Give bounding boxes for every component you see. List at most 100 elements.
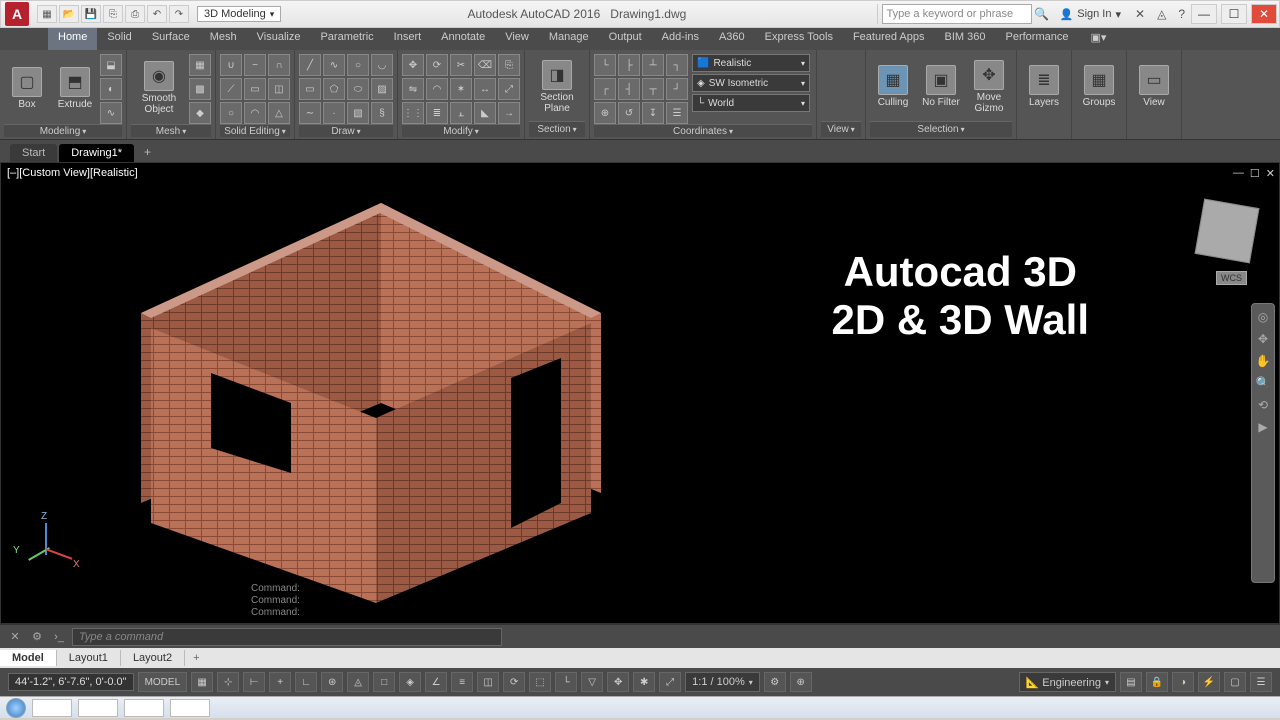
tab-parametric[interactable]: Parametric [310, 28, 383, 50]
panel-view-title[interactable]: View [821, 121, 861, 137]
ortho-toggle-icon[interactable]: ∟ [295, 672, 317, 692]
rotate-icon[interactable]: ⟳ [426, 54, 448, 76]
panel-modify-title[interactable]: Modify [402, 124, 520, 137]
file-tab-drawing1[interactable]: Drawing1* [59, 144, 134, 162]
polyline-icon[interactable]: ∿ [323, 54, 345, 76]
scale-icon[interactable]: ⤢ [498, 78, 520, 100]
fillet-icon[interactable]: ◠ [426, 78, 448, 100]
slice-icon[interactable]: ⟋ [220, 78, 242, 100]
qat-new-icon[interactable]: ▦ [37, 5, 57, 23]
taskbar-item[interactable] [32, 699, 72, 717]
tab-output[interactable]: Output [599, 28, 652, 50]
trim-icon[interactable]: ✂ [450, 54, 472, 76]
ucs-prev-icon[interactable]: ↺ [618, 102, 640, 124]
ribbon-settings-icon[interactable]: ▣▾ [1084, 28, 1112, 50]
tab-home[interactable]: Home [48, 28, 97, 50]
intersect-icon[interactable]: ∩ [268, 54, 290, 76]
polar-toggle-icon[interactable]: ⊛ [321, 672, 343, 692]
point-icon[interactable]: · [323, 102, 345, 124]
steering-icon[interactable]: ✥ [1258, 332, 1268, 346]
taper-icon[interactable]: △ [268, 102, 290, 124]
arc-icon[interactable]: ◡ [371, 54, 393, 76]
dynamic-ucs-icon[interactable]: └ [555, 672, 577, 692]
extrude-button[interactable]: ⬒Extrude [52, 52, 98, 124]
otrack-icon[interactable]: ∠ [425, 672, 447, 692]
app-icon[interactable]: A [5, 2, 29, 26]
tab-a360[interactable]: A360 [709, 28, 755, 50]
infer-toggle-icon[interactable]: ⊢ [243, 672, 265, 692]
lineweight-icon[interactable]: ≡ [451, 672, 473, 692]
ucs-icon-7[interactable]: ┬ [642, 78, 664, 100]
minimize-button[interactable]: — [1191, 4, 1217, 24]
taskbar-item[interactable] [124, 699, 164, 717]
panel-draw-title[interactable]: Draw [299, 124, 393, 137]
dynamic-input-icon[interactable]: + [269, 672, 291, 692]
search-icon[interactable]: 🔍 [1032, 7, 1052, 21]
search-input[interactable]: Type a keyword or phrase [882, 4, 1032, 24]
model-toggle[interactable]: MODEL [138, 672, 188, 692]
layout-tab-model[interactable]: Model [0, 650, 57, 666]
move-icon[interactable]: ✥ [402, 54, 424, 76]
box-button[interactable]: ▢Box [4, 52, 50, 124]
spline-icon[interactable]: ∼ [299, 102, 321, 124]
workspace-dropdown[interactable]: 3D Modeling [197, 6, 281, 22]
presspull-icon[interactable]: ⬓ [100, 54, 122, 76]
3d-object-snap-icon[interactable]: ⬚ [529, 672, 551, 692]
view-direction-dropdown[interactable]: ◈ SW Isometric [692, 74, 810, 92]
customize-icon[interactable]: ☰ [1250, 672, 1272, 692]
layout-tab-layout2[interactable]: Layout2 [121, 650, 185, 666]
zoom-icon[interactable]: 🔍 [1256, 376, 1271, 390]
tab-visualize[interactable]: Visualize [247, 28, 311, 50]
cmd-close-icon[interactable]: ✕ [6, 628, 24, 646]
extend-icon[interactable]: → [498, 102, 520, 124]
nofilter-button[interactable]: ▣No Filter [918, 52, 964, 121]
3dosnap-icon[interactable]: ◈ [399, 672, 421, 692]
array-icon[interactable]: ⋮⋮ [402, 102, 424, 124]
cmd-recent-icon[interactable]: ⚙ [28, 628, 46, 646]
clean-screen-icon[interactable]: ▢ [1224, 672, 1246, 692]
tab-view[interactable]: View [495, 28, 539, 50]
viewport[interactable]: [–][Custom View][Realistic] — ☐ ✕ WCS ◎ … [0, 162, 1280, 624]
erase-icon[interactable]: ⌫ [474, 54, 496, 76]
visual-style-dropdown[interactable]: 🟦 Realistic [692, 54, 810, 72]
mesh-less-icon[interactable]: ▩ [189, 78, 211, 100]
workspace-switch-icon[interactable]: ⚙ [764, 672, 786, 692]
rect-icon[interactable]: ▭ [299, 78, 321, 100]
annotation-monitor-icon[interactable]: ⊕ [790, 672, 812, 692]
revolve-icon[interactable]: ◐ [100, 78, 122, 100]
groups-button[interactable]: ▦Groups [1076, 52, 1122, 121]
signin-button[interactable]: 👤 Sign In ▾ [1060, 8, 1121, 21]
coordinates-readout[interactable]: 44'-1.2", 6'-7.6", 0'-0.0" [8, 673, 134, 691]
explode-icon[interactable]: ✶ [450, 78, 472, 100]
ucs-world-icon[interactable]: ⊕ [594, 102, 616, 124]
layers-button[interactable]: ≣Layers [1021, 52, 1067, 121]
annotation-scale-dropdown[interactable]: 1:1 / 100% [685, 672, 760, 692]
tab-insert[interactable]: Insert [384, 28, 432, 50]
viewport-label[interactable]: [–][Custom View][Realistic] [7, 167, 138, 179]
imprint-icon[interactable]: ◫ [268, 78, 290, 100]
vp-close-icon[interactable]: ✕ [1266, 167, 1275, 180]
tab-featured[interactable]: Featured Apps [843, 28, 935, 50]
selection-filter-icon[interactable]: ▽ [581, 672, 603, 692]
thicken-icon[interactable]: ▭ [244, 78, 266, 100]
panel-section-title[interactable]: Section [529, 121, 585, 137]
union-icon[interactable]: ∪ [220, 54, 242, 76]
exchange-icon[interactable]: ✕ [1135, 7, 1145, 21]
qat-saveas-icon[interactable]: ⎘ [103, 5, 123, 23]
section-plane-button[interactable]: ◨Section Plane [529, 52, 585, 121]
hatch-icon[interactable]: ▨ [371, 78, 393, 100]
ucs-icon-5[interactable]: ┌ [594, 78, 616, 100]
polygon-icon[interactable]: ⬠ [323, 78, 345, 100]
tab-express[interactable]: Express Tools [755, 28, 843, 50]
tab-performance[interactable]: Performance [995, 28, 1078, 50]
tab-annotate[interactable]: Annotate [431, 28, 495, 50]
mirror-icon[interactable]: ⇋ [402, 78, 424, 100]
gizmo-toggle-icon[interactable]: ✥ [607, 672, 629, 692]
line-icon[interactable]: ╱ [299, 54, 321, 76]
ucs-dropdown[interactable]: └ World [692, 94, 810, 112]
panel-mesh-title[interactable]: Mesh [131, 124, 211, 137]
fullnav-icon[interactable]: ◎ [1258, 310, 1268, 324]
layout-tab-add-button[interactable]: + [185, 650, 207, 666]
shell-icon[interactable]: ○ [220, 102, 242, 124]
hardware-accel-icon[interactable]: ⚡ [1198, 672, 1220, 692]
